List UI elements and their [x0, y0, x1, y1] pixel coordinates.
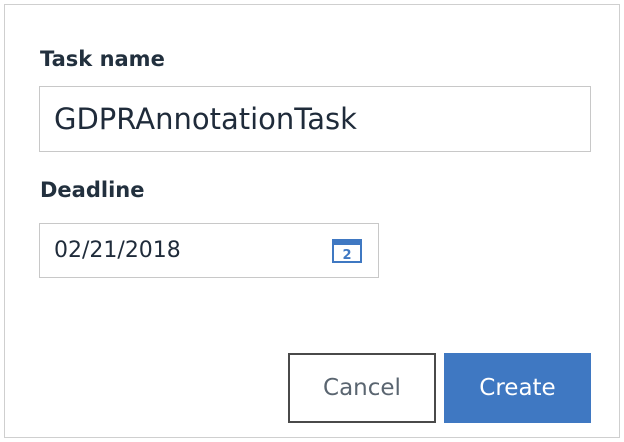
calendar-icon[interactable]: 2 — [332, 239, 362, 263]
deadline-field: 2 — [39, 223, 379, 278]
deadline-input[interactable] — [40, 224, 320, 277]
create-task-dialog: Task name Deadline 2 Cancel Create — [4, 4, 620, 438]
deadline-label: Deadline — [40, 178, 145, 202]
task-name-input[interactable] — [39, 86, 591, 152]
task-name-label: Task name — [40, 47, 165, 71]
cancel-button[interactable]: Cancel — [288, 353, 436, 423]
calendar-day-number: 2 — [342, 248, 351, 263]
create-button[interactable]: Create — [444, 353, 591, 423]
